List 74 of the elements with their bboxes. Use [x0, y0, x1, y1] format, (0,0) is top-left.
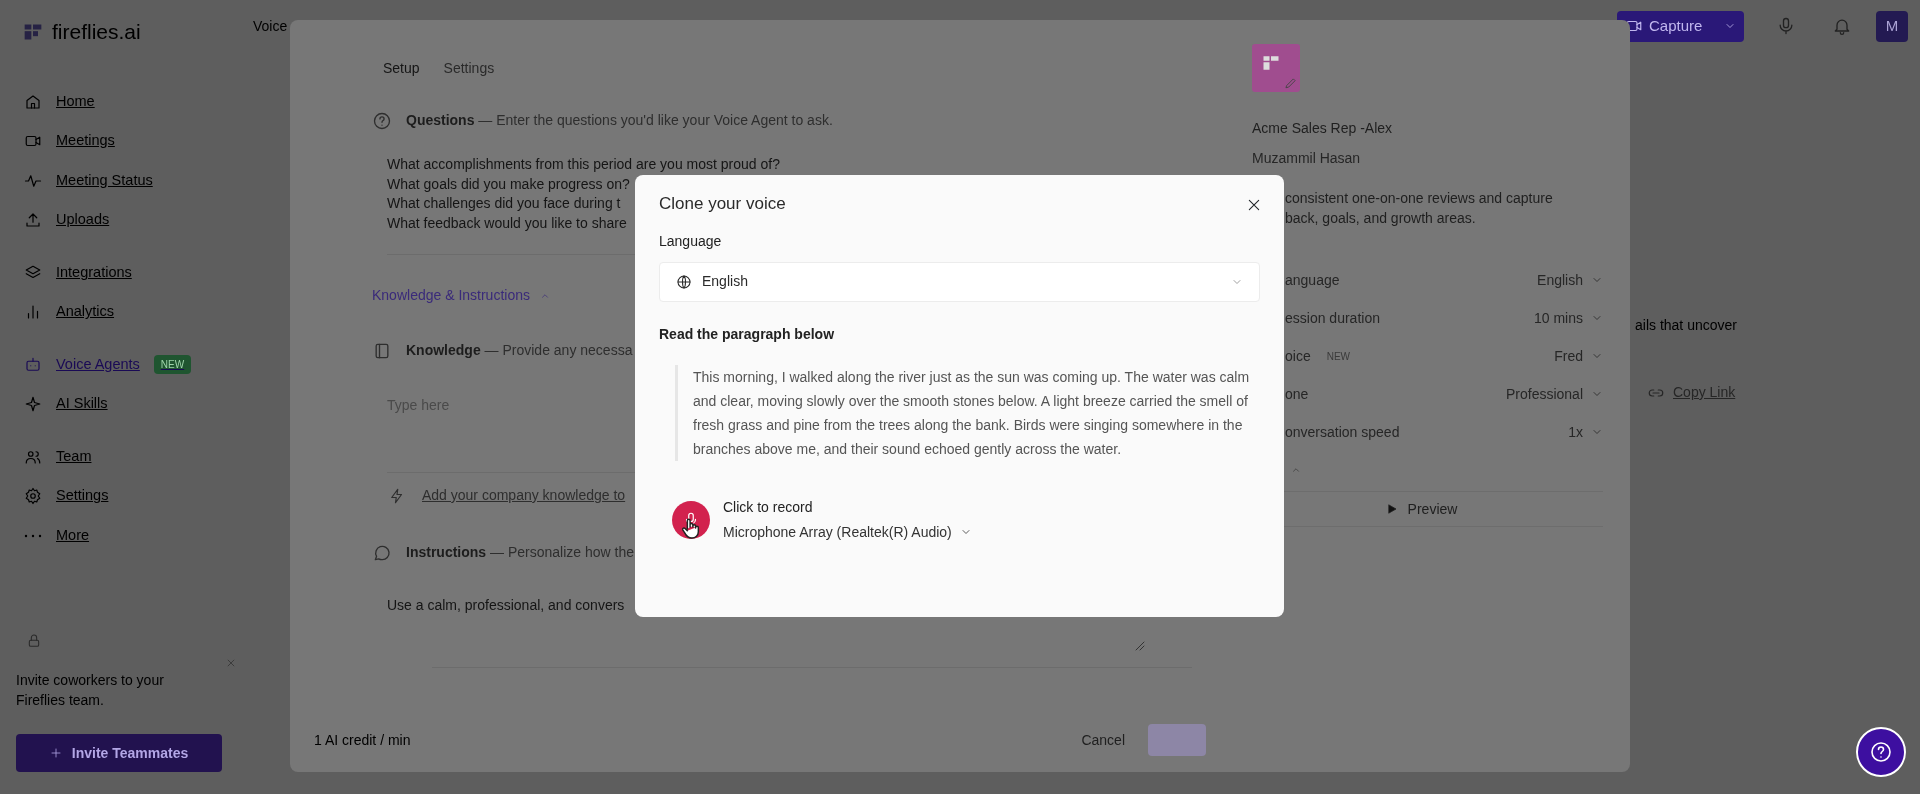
dialog-title: Clone your voice	[659, 193, 786, 215]
add-knowledge-link[interactable]: Add your company knowledge to	[388, 485, 626, 506]
agent-description: consistent one-on-one reviews and capture back, goals, and growth areas.	[1285, 189, 1553, 228]
upload-icon	[24, 211, 42, 230]
setting-label: one	[1285, 384, 1309, 404]
setting-label: oice	[1285, 346, 1311, 366]
nav-item[interactable]: Settings	[16, 476, 226, 516]
setting-dropdown[interactable]: English	[1537, 269, 1603, 291]
setting-dropdown[interactable]: Fred	[1554, 345, 1603, 367]
question-line[interactable]: What accomplishments from this period are you most proud of?	[387, 155, 780, 175]
text-fragment: ails that uncover	[1635, 316, 1737, 335]
lock-icon	[26, 632, 42, 649]
section-toggle[interactable]: Knowledge & Instructions	[372, 285, 550, 306]
logo-text: fireflies.ai	[52, 19, 141, 46]
cancel-button[interactable]: Cancel	[1072, 724, 1134, 756]
logo-icon	[22, 22, 44, 42]
nav-item[interactable]: Meeting Status	[16, 161, 226, 201]
field-label: Read the paragraph below	[659, 324, 835, 344]
copy-link[interactable]: Copy Link	[1647, 382, 1736, 403]
invite-button[interactable]: Invite Teammates	[16, 734, 222, 772]
nav-item[interactable]: Meetings	[16, 121, 226, 161]
setting-dropdown[interactable]: 10 mins	[1533, 307, 1603, 329]
question-line[interactable]: What challenges did you face during t	[387, 194, 621, 214]
setting-dropdown[interactable]: 1x	[1568, 421, 1603, 443]
page-title: Voice	[253, 16, 288, 36]
globe-icon	[676, 273, 692, 290]
new-tag: NEW	[153, 355, 192, 375]
nav-item[interactable]: Voice Agents NEW	[16, 345, 226, 385]
reading-paragraph: This morning, I walked along the river just as the sun was coming up. The water was calm and clear, moving slowly over the smooth stones below. A light breeze carried the smell of fresh grass and pine from the trees along the bank. Birds were singing somewhere in the branches above me, and their sound echoed gently across the water.	[675, 364, 1260, 461]
nav-item[interactable]: Analytics	[16, 292, 226, 332]
record-label: Click to record	[723, 497, 813, 517]
section-heading: Questions — Enter the questions you'd like your Voice Agent to ask.	[406, 111, 833, 130]
close-icon	[226, 658, 236, 668]
resize-handle-icon	[1134, 640, 1146, 652]
more-icon	[24, 533, 42, 538]
nav-item[interactable]: Uploads	[16, 200, 226, 240]
agent-name: Acme Sales Rep -Alex	[1252, 119, 1393, 138]
robot-icon	[24, 355, 42, 374]
instructions-field[interactable]: Use a calm, professional, and convers	[387, 595, 625, 615]
agent-owner: Muzammil Hasan	[1252, 149, 1361, 168]
invite-text: Invite coworkers to your Fireflies team.	[16, 671, 165, 710]
tab[interactable]: Settings	[443, 58, 495, 78]
capture-button[interactable]: Capture	[1617, 10, 1744, 42]
field-label: Language	[659, 231, 722, 251]
setting-label: ession duration	[1285, 308, 1380, 328]
question-line[interactable]: What goals did you make progress on?	[387, 174, 630, 194]
help-circle-icon	[372, 110, 392, 131]
nav-item[interactable]: Team	[16, 437, 226, 477]
question-line[interactable]: What feedback would you like to share	[387, 213, 627, 233]
setting-label: anguage	[1285, 270, 1340, 290]
tab[interactable]: Setup	[383, 58, 420, 78]
nav-item[interactable]: More	[16, 516, 226, 556]
microphone-dropdown[interactable]: Microphone Array (Realtek(R) Audio)	[723, 521, 972, 543]
sparkle-icon	[24, 395, 42, 414]
nav-item[interactable]: AI Skills	[16, 384, 226, 424]
section-heading: Knowledge — Provide any necessa	[406, 341, 633, 360]
play-icon	[1385, 503, 1398, 515]
plus-icon	[49, 747, 62, 759]
language-select[interactable]: English	[659, 261, 1260, 302]
setting-dropdown[interactable]: Professional	[1505, 383, 1603, 405]
new-tag: NEW	[1326, 348, 1351, 364]
settings-icon	[24, 487, 42, 506]
user-avatar[interactable]: M	[1876, 10, 1908, 42]
pencil-icon	[1284, 76, 1298, 90]
nav-item[interactable]: Integrations	[16, 253, 226, 293]
logo-icon	[1262, 54, 1280, 72]
nav-item[interactable]: Home	[16, 82, 226, 122]
setting-label: onversation speed	[1285, 422, 1400, 442]
credit-text: 1 AI credit / min	[314, 730, 411, 750]
help-button[interactable]	[1856, 727, 1906, 777]
agent-avatar[interactable]	[1252, 44, 1300, 92]
chevron-icon	[1291, 465, 1301, 475]
help-icon	[1869, 740, 1893, 764]
section-heading: Instructions — Personalize how the	[406, 543, 634, 562]
